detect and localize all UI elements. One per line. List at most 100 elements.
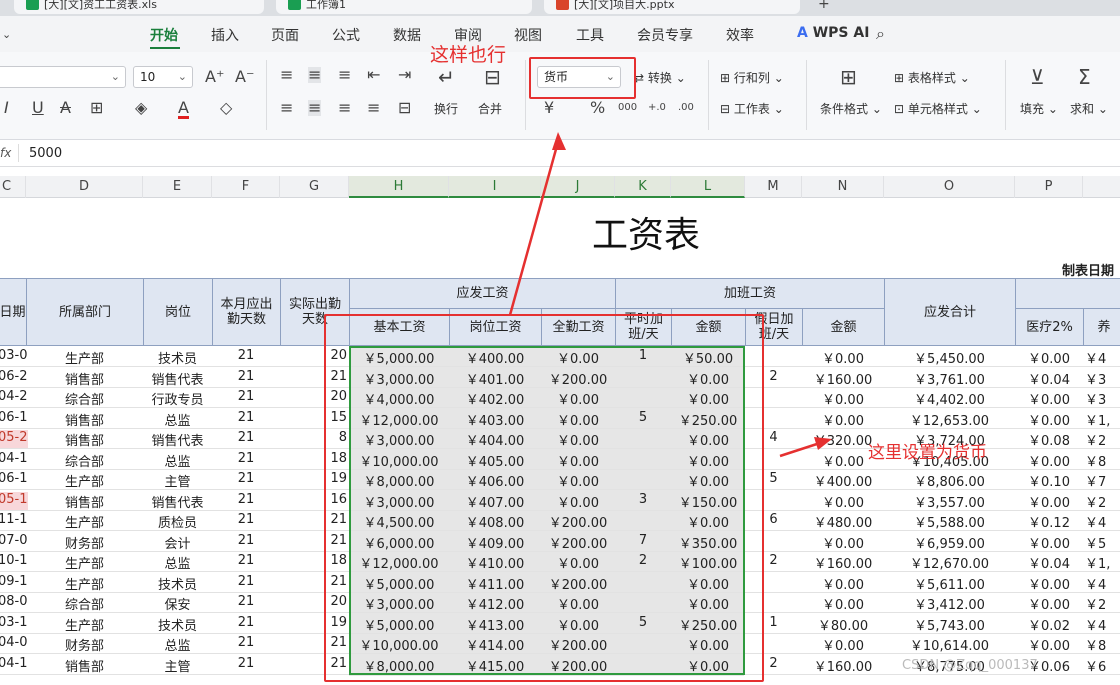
sum-icon[interactable]: Σ — [1078, 67, 1091, 87]
cell-total[interactable]: ￥5,611.00 — [884, 574, 1015, 592]
menu-efficiency[interactable]: 效率 — [726, 25, 754, 45]
cell-amt2[interactable]: ￥400.00 — [802, 471, 884, 489]
column-header[interactable]: N — [802, 176, 884, 198]
column-header[interactable]: P — [1015, 176, 1083, 198]
font-size-select[interactable]: 10 ⌄ — [133, 66, 193, 88]
cell-dept[interactable]: 销售部 — [26, 492, 143, 510]
align-center-icon[interactable]: ≡ — [308, 100, 322, 116]
decrease-decimal-icon[interactable]: .00 — [678, 100, 694, 116]
new-tab-icon[interactable]: + — [818, 0, 830, 12]
cell-dept[interactable]: 综合部 — [26, 389, 143, 407]
cell-dept[interactable]: 生产部 — [26, 512, 143, 530]
cell-med[interactable]: ￥0.12 — [1015, 512, 1083, 530]
wps-ai-button[interactable]: A WPS AI — [797, 25, 869, 41]
cell-due[interactable]: 21 — [212, 553, 280, 571]
cell-med[interactable]: ￥0.00 — [1015, 594, 1083, 612]
cell-pos[interactable]: 总监 — [143, 553, 212, 571]
cell-dept[interactable]: 销售部 — [26, 656, 143, 674]
italic-icon[interactable]: I — [4, 100, 9, 116]
cell-total[interactable]: ￥6,959.00 — [884, 533, 1015, 551]
column-header[interactable]: H — [349, 176, 449, 198]
cell-med[interactable]: ￥0.00 — [1015, 574, 1083, 592]
cell-dept[interactable]: 财务部 — [26, 635, 143, 653]
cell-med[interactable]: ￥0.00 — [1015, 533, 1083, 551]
cell-total[interactable]: ￥10,614.00 — [884, 635, 1015, 653]
cell-total[interactable]: ￥3,412.00 — [884, 594, 1015, 612]
cell-p[interactable]: ￥4 — [1083, 348, 1120, 366]
worksheet-button[interactable]: ⊟ 工作表 ⌄ — [720, 100, 784, 117]
align-bottom-icon[interactable]: ≡ — [338, 67, 351, 83]
cell-date[interactable]: 07-08 — [0, 533, 28, 551]
cell-date[interactable]: 03-17 — [0, 615, 28, 633]
cell-due[interactable]: 21 — [212, 615, 280, 633]
cell-dept[interactable]: 生产部 — [26, 615, 143, 633]
cell-p[interactable]: ￥8 — [1083, 451, 1120, 469]
clear-format-icon[interactable]: ◇ — [220, 100, 232, 116]
cell-med[interactable]: ￥0.04 — [1015, 369, 1083, 387]
conditional-format-icon[interactable]: ⊞ — [840, 67, 857, 87]
cell-p[interactable]: ￥2 — [1083, 594, 1120, 612]
cell-due[interactable]: 21 — [212, 512, 280, 530]
justify-icon[interactable]: ≡ — [367, 100, 380, 116]
column-header[interactable]: F — [212, 176, 280, 198]
cell-dept[interactable]: 生产部 — [26, 553, 143, 571]
increase-decimal-icon[interactable]: +.0 — [648, 100, 666, 116]
file-tab-3[interactable]: [大][文]项目大.pptx — [544, 0, 800, 14]
merge-cells-icon[interactable]: ⊟ — [484, 67, 501, 87]
rows-cols-button[interactable]: ⊞ 行和列 ⌄ — [720, 69, 784, 86]
menu-insert[interactable]: 插入 — [211, 25, 239, 45]
underline-icon[interactable]: U — [32, 100, 44, 116]
cell-due[interactable]: 21 — [212, 348, 280, 366]
column-header[interactable]: D — [26, 176, 143, 198]
column-header[interactable]: I — [449, 176, 541, 198]
menu-formula[interactable]: 公式 — [332, 25, 360, 45]
cell-med[interactable]: ￥0.04 — [1015, 553, 1083, 571]
file-tab-1[interactable]: [大][文]资工工资表.xls — [14, 0, 264, 14]
cell-due[interactable]: 21 — [212, 389, 280, 407]
cell-total[interactable]: ￥5,588.00 — [884, 512, 1015, 530]
cell-pos[interactable]: 技术员 — [143, 574, 212, 592]
cell-pos[interactable]: 主管 — [143, 656, 212, 674]
cell-due[interactable]: 21 — [212, 430, 280, 448]
cell-total[interactable]: ￥12,653.00 — [884, 410, 1015, 428]
cell-due[interactable]: 21 — [212, 533, 280, 551]
cell-date[interactable]: 04-21 — [0, 389, 28, 407]
cell-p[interactable]: ￥3 — [1083, 389, 1120, 407]
fill-color-icon[interactable]: ◈ — [135, 100, 147, 116]
currency-format-icon[interactable]: ¥ — [544, 100, 554, 116]
cell-pos[interactable]: 总监 — [143, 635, 212, 653]
cell-pos[interactable]: 行政专员 — [143, 389, 212, 407]
cell-pos[interactable]: 会计 — [143, 533, 212, 551]
cell-dept[interactable]: 生产部 — [26, 348, 143, 366]
wrap-text-icon[interactable]: ↵ — [438, 67, 455, 87]
menu-data[interactable]: 数据 — [393, 25, 421, 45]
cell-dept[interactable]: 销售部 — [26, 369, 143, 387]
cell-p[interactable]: ￥2 — [1083, 430, 1120, 448]
chevron-down-icon[interactable]: ⌄ — [2, 27, 11, 43]
column-header[interactable]: K — [615, 176, 671, 198]
cell-med[interactable]: ￥0.02 — [1015, 615, 1083, 633]
cell-p[interactable]: ￥7 — [1083, 471, 1120, 489]
indent-icon[interactable]: ⇥ — [398, 67, 411, 83]
font-name-select[interactable]: ⌄ — [0, 66, 126, 88]
menu-tools[interactable]: 工具 — [576, 25, 604, 45]
strikethrough-icon[interactable]: A — [60, 100, 71, 116]
cell-p[interactable]: ￥5 — [1083, 533, 1120, 551]
cell-due[interactable]: 21 — [212, 656, 280, 674]
cell-p[interactable]: ￥6 — [1083, 656, 1120, 674]
cell-due[interactable]: 21 — [212, 594, 280, 612]
border-icon[interactable]: ⊞ — [90, 100, 103, 116]
fx-icon[interactable]: fx — [0, 146, 11, 160]
align-top-icon[interactable]: ≡ — [280, 67, 293, 83]
cell-date[interactable]: 08-06 — [0, 594, 28, 612]
column-header[interactable]: G — [280, 176, 349, 198]
increase-font-icon[interactable]: A⁺ — [205, 69, 224, 85]
cell-med[interactable]: ￥0.00 — [1015, 635, 1083, 653]
cell-dept[interactable]: 财务部 — [26, 533, 143, 551]
cell-pos[interactable]: 主管 — [143, 471, 212, 489]
cell-date[interactable]: 05-10 — [0, 491, 28, 510]
menu-page[interactable]: 页面 — [271, 25, 299, 45]
cell-total[interactable]: ￥4,402.00 — [884, 389, 1015, 407]
cell-total[interactable]: ￥8,806.00 — [884, 471, 1015, 489]
cell-due[interactable]: 21 — [212, 492, 280, 510]
